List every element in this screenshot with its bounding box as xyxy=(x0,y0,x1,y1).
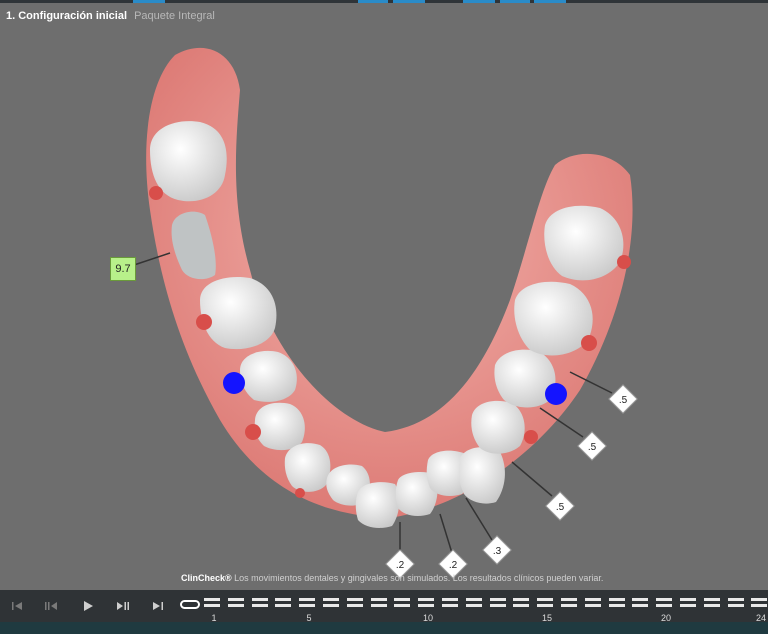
step-back-icon[interactable] xyxy=(40,596,62,616)
skip-to-start-icon[interactable] xyxy=(6,596,28,616)
stage-tick[interactable] xyxy=(584,604,601,607)
stage-tick[interactable] xyxy=(251,604,268,607)
stage-tick[interactable] xyxy=(584,598,601,601)
attachment-marker[interactable] xyxy=(545,383,567,405)
attachment-marker[interactable] xyxy=(223,372,245,394)
play-icon[interactable] xyxy=(77,596,99,616)
stage-tick[interactable] xyxy=(608,598,625,601)
gum-marker xyxy=(196,314,212,330)
stage-tick[interactable] xyxy=(204,604,220,607)
tooth xyxy=(514,281,593,356)
stage-timeline[interactable]: 1 5 10 15 20 24 xyxy=(178,594,768,623)
stage-tick[interactable] xyxy=(513,598,530,601)
stage-tick[interactable] xyxy=(275,604,292,607)
stage-tick[interactable] xyxy=(632,604,649,607)
stage-tick[interactable] xyxy=(346,598,363,601)
stage-tick[interactable] xyxy=(418,598,435,601)
tooth xyxy=(458,447,505,504)
tooth xyxy=(355,482,400,528)
stage-tick[interactable] xyxy=(323,598,339,601)
stage-number: 1 xyxy=(211,613,217,623)
stage-tick[interactable] xyxy=(513,604,530,607)
stage-tick[interactable] xyxy=(204,598,220,601)
stage-tick[interactable] xyxy=(370,604,387,607)
stage-tick[interactable] xyxy=(751,604,768,607)
stage-tick[interactable] xyxy=(227,598,244,601)
stage-tick[interactable] xyxy=(751,598,768,601)
stage-tick[interactable] xyxy=(608,604,625,607)
tooth xyxy=(200,276,277,350)
stage-tick[interactable] xyxy=(251,598,268,601)
stage-tick[interactable] xyxy=(489,604,506,607)
stage-tick[interactable] xyxy=(394,604,411,607)
stage-number: 10 xyxy=(422,613,434,623)
movement-label[interactable]: .5 xyxy=(545,491,575,521)
tooth xyxy=(240,350,297,402)
stage-tick[interactable] xyxy=(275,598,292,601)
movement-value: .2 xyxy=(396,560,405,571)
gum-marker xyxy=(149,186,163,200)
stage-tick[interactable] xyxy=(656,598,673,601)
bottom-strip xyxy=(0,622,768,634)
tooth xyxy=(284,443,331,492)
skip-to-end-icon[interactable] xyxy=(147,596,169,616)
stage-tick[interactable] xyxy=(727,598,744,601)
movement-label[interactable]: .3 xyxy=(482,535,512,565)
disclaimer-text: Los movimientos dentales y gingivales so… xyxy=(234,573,604,583)
movement-badge-green[interactable]: 9.7 xyxy=(110,257,136,281)
stage-tick[interactable] xyxy=(370,598,387,601)
movement-value: .2 xyxy=(449,560,458,571)
stage-number: 15 xyxy=(541,613,553,623)
movement-value: .3 xyxy=(493,546,502,557)
dental-arch-viewport[interactable]: .5 .5 .5 .2 .2 .3 xyxy=(0,0,768,590)
stage-tick[interactable] xyxy=(465,598,482,601)
stage-tick[interactable] xyxy=(537,598,554,601)
stage-tick[interactable] xyxy=(465,604,482,607)
stage-number: 20 xyxy=(660,613,672,623)
stage-tick[interactable] xyxy=(227,604,244,607)
leader-line xyxy=(511,461,553,497)
stage-tick[interactable] xyxy=(561,598,577,601)
movement-value: .5 xyxy=(619,395,628,406)
stage-tick[interactable] xyxy=(703,604,720,607)
stage-tick[interactable] xyxy=(537,604,554,607)
tooth xyxy=(471,400,525,454)
movement-value: .5 xyxy=(588,442,597,453)
gum-marker xyxy=(245,424,261,440)
stage-tick[interactable] xyxy=(632,598,649,601)
disclaimer: ClinCheck® Los movimientos dentales y gi… xyxy=(181,573,603,583)
stage-tick[interactable] xyxy=(656,604,673,607)
stage-tick[interactable] xyxy=(680,598,696,601)
tooth xyxy=(544,205,624,281)
gum-marker xyxy=(295,488,305,498)
stage-tick[interactable] xyxy=(394,598,411,601)
current-stage-marker[interactable] xyxy=(180,600,200,609)
movement-value: .5 xyxy=(556,502,565,513)
stage-tick[interactable] xyxy=(680,604,696,607)
stage-number: 5 xyxy=(306,613,312,623)
stage-tick[interactable] xyxy=(442,604,458,607)
stage-number: 24 xyxy=(755,613,767,623)
stage-tick[interactable] xyxy=(299,598,316,601)
stage-tick[interactable] xyxy=(442,598,458,601)
stage-tick[interactable] xyxy=(703,598,720,601)
stage-tick[interactable] xyxy=(727,604,744,607)
brand-name: ClinCheck® xyxy=(181,573,232,583)
leader-line xyxy=(465,497,493,541)
gum-marker xyxy=(581,335,597,351)
gum-marker xyxy=(617,255,631,269)
stage-tick[interactable] xyxy=(299,604,316,607)
step-forward-icon[interactable] xyxy=(112,596,134,616)
stage-tick[interactable] xyxy=(323,604,339,607)
gum-marker xyxy=(524,430,538,444)
leader-line xyxy=(439,513,453,554)
tooth xyxy=(254,402,305,451)
stage-tick[interactable] xyxy=(418,604,435,607)
stage-tick[interactable] xyxy=(346,604,363,607)
stage-tick[interactable] xyxy=(489,598,506,601)
stage-tick[interactable] xyxy=(561,604,577,607)
movement-label[interactable]: .5 xyxy=(608,384,638,414)
